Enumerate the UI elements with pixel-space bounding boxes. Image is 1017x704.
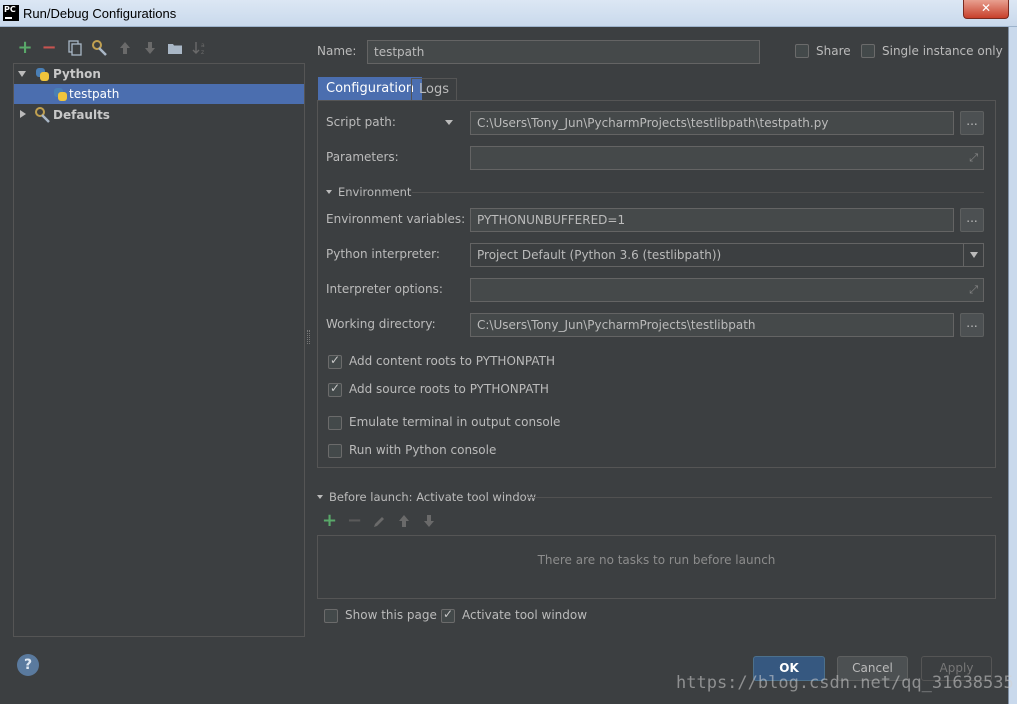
python-icon — [53, 87, 67, 101]
single-instance-checkbox[interactable] — [861, 44, 875, 58]
env-vars-input[interactable]: PYTHONUNBUFFERED=1 — [470, 208, 954, 232]
env-vars-browse-button[interactable]: ... — [960, 208, 984, 232]
before-launch-header: Before launch: Activate tool window — [329, 490, 537, 504]
expand-right-icon[interactable] — [20, 110, 26, 118]
close-window-button[interactable]: ✕ — [963, 0, 1009, 19]
show-page-checkbox[interactable] — [324, 609, 338, 623]
svg-text:z: z — [201, 49, 204, 56]
activate-tool-window-checkbox[interactable] — [441, 607, 455, 623]
parameters-input[interactable]: ⤢ — [470, 146, 984, 170]
add-source-roots-label: Add source roots to PYTHONPATH — [349, 382, 549, 396]
before-launch-separator — [526, 497, 992, 498]
tree-node-python[interactable]: Python — [14, 64, 304, 84]
watermark-text: https://blog.csdn.net/qq_31638535 — [676, 673, 1014, 693]
script-mode-dropdown-icon[interactable] — [445, 120, 453, 125]
tree-node-testpath[interactable]: testpath — [14, 84, 304, 104]
run-python-console-checkbox[interactable] — [328, 444, 342, 458]
interp-options-input[interactable]: ⤢ — [470, 278, 984, 302]
name-input[interactable]: testpath — [367, 40, 760, 64]
before-launch-task-list: There are no tasks to run before launch — [317, 535, 996, 599]
environment-section-label: Environment — [338, 185, 412, 199]
tab-logs[interactable]: Logs — [411, 78, 457, 101]
run-python-console-label: Run with Python console — [349, 443, 497, 457]
tree-label-defaults: Defaults — [53, 108, 110, 122]
working-dir-browse-button[interactable]: ... — [960, 313, 984, 337]
expand-field-icon[interactable]: ⤢ — [969, 152, 978, 164]
add-source-roots-checkbox[interactable] — [328, 381, 342, 397]
interpreter-dropdown-button[interactable] — [963, 244, 983, 266]
activate-tool-window-label: Activate tool window — [462, 608, 588, 622]
expand-field-icon[interactable]: ⤢ — [969, 284, 978, 296]
splitter-handle[interactable] — [307, 330, 310, 344]
env-vars-label: Environment variables: — [326, 212, 466, 226]
show-page-label: Show this page — [345, 608, 437, 622]
add-icon[interactable]: + — [17, 39, 33, 57]
interp-options-label: Interpreter options: — [326, 282, 443, 296]
working-dir-input[interactable]: C:\Users\Tony_Jun\PycharmProjects\testli… — [470, 313, 954, 337]
name-label: Name: — [317, 44, 357, 58]
tree-label-testpath: testpath — [69, 87, 120, 101]
remove-task-icon[interactable]: − — [347, 512, 362, 530]
emulate-terminal-checkbox[interactable] — [328, 416, 342, 430]
move-task-up-icon[interactable] — [397, 514, 411, 531]
interpreter-select[interactable]: Project Default (Python 3.6 (testlibpath… — [470, 243, 984, 267]
configuration-tree[interactable]: Python testpath Defaults — [13, 63, 305, 637]
move-down-icon[interactable] — [142, 40, 158, 56]
script-path-browse-button[interactable]: ... — [960, 111, 984, 135]
script-path-label: Script path: — [326, 115, 396, 129]
window-title: Run/Debug Configurations — [23, 6, 177, 21]
parameters-label: Parameters: — [326, 150, 399, 164]
script-path-input[interactable]: C:\Users\Tony_Jun\PycharmProjects\testli… — [470, 111, 954, 135]
svg-text:a: a — [201, 42, 205, 49]
help-button[interactable]: ? — [17, 654, 39, 676]
collapse-environment-icon[interactable] — [326, 190, 332, 194]
emulate-terminal-label: Emulate terminal in output console — [349, 415, 561, 429]
share-label: Share — [816, 44, 851, 58]
window-title-bar: PC Run/Debug Configurations ✕ — [0, 0, 1017, 27]
move-up-icon[interactable] — [117, 40, 133, 56]
share-checkbox[interactable] — [795, 44, 809, 58]
add-content-roots-label: Add content roots to PYTHONPATH — [349, 354, 555, 368]
tree-node-defaults[interactable]: Defaults — [14, 105, 304, 125]
empty-tasks-text: There are no tasks to run before launch — [537, 553, 776, 567]
interpreter-selected-value: Project Default (Python 3.6 (testlibpath… — [477, 248, 722, 262]
add-content-roots-checkbox[interactable] — [328, 353, 342, 369]
edit-task-icon[interactable] — [372, 515, 386, 532]
collapse-before-launch-icon[interactable] — [317, 495, 323, 499]
remove-icon[interactable]: − — [41, 39, 57, 57]
tree-label-python: Python — [53, 67, 101, 81]
add-task-icon[interactable]: + — [322, 512, 337, 530]
python-icon — [35, 67, 49, 81]
folder-icon[interactable] — [167, 40, 183, 56]
working-dir-label: Working directory: — [326, 317, 436, 331]
edit-defaults-icon[interactable] — [91, 40, 107, 56]
chevron-down-icon — [970, 252, 978, 258]
move-task-down-icon[interactable] — [422, 514, 436, 531]
environment-separator — [412, 192, 984, 193]
interpreter-label: Python interpreter: — [326, 247, 440, 261]
sort-icon[interactable]: az — [192, 40, 208, 56]
copy-icon[interactable] — [67, 40, 83, 56]
pycharm-app-icon: PC — [3, 5, 19, 21]
expand-down-icon[interactable] — [18, 71, 26, 77]
wrench-icon — [34, 107, 50, 129]
single-instance-label: Single instance only — [882, 44, 1003, 58]
tab-configuration[interactable]: Configuration — [318, 77, 423, 101]
window-frame-border — [1008, 27, 1017, 704]
